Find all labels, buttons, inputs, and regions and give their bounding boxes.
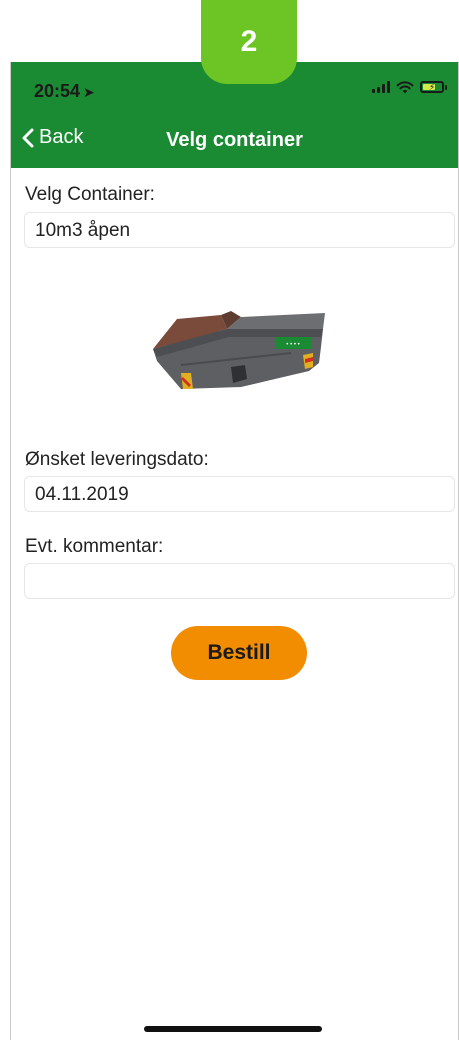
page-title: Velg container — [166, 129, 303, 151]
comment-field[interactable] — [24, 563, 455, 599]
order-button[interactable]: Bestill — [171, 626, 307, 680]
location-arrow-icon: ➤ — [83, 84, 95, 100]
status-time-text: 20:54 — [34, 81, 81, 101]
container-select-field[interactable]: 10m3 åpen — [24, 212, 455, 248]
battery-icon: ⚡ — [420, 81, 447, 93]
step-number-badge: 2 — [201, 0, 297, 84]
status-icons: ⚡ — [372, 80, 447, 94]
delivery-date-field[interactable]: 04.11.2019 — [24, 476, 455, 512]
svg-text:• • • •: • • • • — [286, 342, 299, 348]
home-indicator — [144, 1026, 322, 1032]
wifi-icon — [396, 81, 414, 94]
delivery-date-label: Ønsket leveringsdato: — [25, 449, 209, 470]
phone-screen: 20:54 ➤ ⚡ Back Velg container Velg Contai — [10, 62, 459, 1040]
comment-label: Evt. kommentar: — [25, 536, 164, 557]
status-time: 20:54 ➤ — [34, 81, 95, 102]
container-label: Velg Container: — [25, 184, 155, 205]
container-image: • • • • — [153, 311, 325, 389]
signal-icon — [372, 81, 390, 93]
